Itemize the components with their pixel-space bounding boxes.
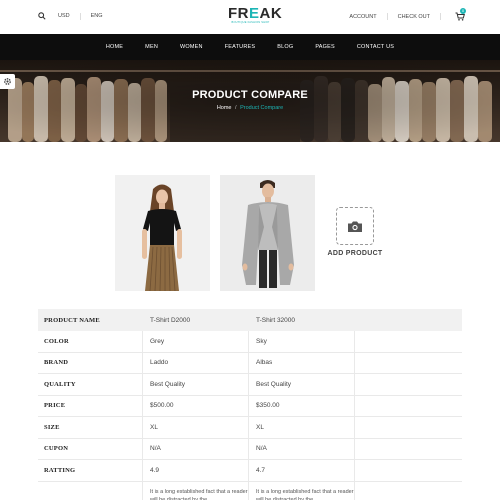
product-2-size: XL <box>248 417 354 438</box>
product-1-color: Grey <box>142 331 248 352</box>
logo-tagline: BOUTIQUE FASHION SHOP <box>231 21 270 24</box>
currency-selector[interactable]: USD <box>58 13 70 19</box>
product-1-cupon: N/A <box>142 438 248 459</box>
divider <box>386 13 388 20</box>
cart-button[interactable]: 0 <box>455 8 466 21</box>
language-selector[interactable]: ENG <box>91 13 103 19</box>
product-1-quality: Best Quality <box>142 374 248 395</box>
product-2-quality: Best Quality <box>248 374 354 395</box>
breadcrumb-separator: / <box>235 105 237 111</box>
empty-cell <box>354 481 462 500</box>
woman-model-image <box>115 175 210 291</box>
page-title: PRODUCT COMPARE <box>192 89 308 101</box>
product-1-description: It is a long established fact that a rea… <box>142 481 248 500</box>
table-row: CUPON N/A N/A <box>38 438 462 460</box>
table-row: COLOR Grey Sky <box>38 331 462 353</box>
product-2-description: It is a long established fact that a rea… <box>248 481 354 500</box>
empty-cell <box>354 374 462 395</box>
product-2-cupon: N/A <box>248 438 354 459</box>
product-2-ratting: 4.7 <box>248 460 354 481</box>
table-row: SIZE XL XL <box>38 417 462 439</box>
top-bar-right: ACCOUNT CHECK OUT 0 <box>349 8 466 21</box>
gear-icon <box>4 78 11 85</box>
product-1-name: T-Shirt D2000 <box>142 309 248 331</box>
empty-cell <box>354 395 462 416</box>
product-2-name: T-Shirt 32000 <box>248 309 354 331</box>
site-logo[interactable]: FREAK BOUTIQUE FASHION SHOP <box>228 5 283 25</box>
add-product-label: ADD PRODUCT <box>327 250 383 257</box>
camera-icon <box>348 221 362 232</box>
table-row-description: It is a long established fact that a rea… <box>38 481 462 500</box>
row-label-cupon: CUPON <box>44 445 69 453</box>
nav-item-women[interactable]: WOMEN <box>180 44 203 50</box>
table-row: PRICE $500.00 $350.00 <box>38 395 462 417</box>
account-link[interactable]: ACCOUNT <box>349 14 376 20</box>
product-1-price: $500.00 <box>142 395 248 416</box>
empty-cell <box>354 331 462 352</box>
product-image-2[interactable] <box>220 175 315 291</box>
settings-toggle[interactable] <box>0 74 15 89</box>
product-image-1[interactable] <box>115 175 210 291</box>
nav-item-home[interactable]: HOME <box>106 44 123 50</box>
logo-wordmark: FREAK <box>228 5 283 22</box>
nav-item-pages[interactable]: PAGES <box>315 44 335 50</box>
table-header-row: PRODUCT NAME T-Shirt D2000 T-Shirt 32000 <box>38 309 462 331</box>
row-label-product-name: PRODUCT NAME <box>44 316 100 324</box>
nav-item-men[interactable]: MEN <box>145 44 158 50</box>
cart-count-badge: 0 <box>460 8 466 14</box>
top-bar: USD ENG FREAK BOUTIQUE FASHION SHOP ACCO… <box>0 0 500 34</box>
nav-item-contact-us[interactable]: CONTACT US <box>357 44 394 50</box>
add-product-button[interactable]: ADD PRODUCT <box>325 207 385 257</box>
row-label-price: PRICE <box>44 402 66 410</box>
page-banner: PRODUCT COMPARE Home / Product Compare <box>0 60 500 142</box>
add-product-placeholder <box>336 207 374 245</box>
empty-cell <box>354 352 462 373</box>
compare-table: PRODUCT NAME T-Shirt D2000 T-Shirt 32000… <box>38 309 462 500</box>
breadcrumb-current: Product Compare <box>240 105 284 111</box>
product-2-price: $350.00 <box>248 395 354 416</box>
divider <box>440 13 441 20</box>
product-2-brand: Albas <box>248 352 354 373</box>
row-label-size: SIZE <box>44 423 60 431</box>
empty-cell <box>354 309 462 331</box>
divider <box>79 12 81 20</box>
checkout-link[interactable]: CHECK OUT <box>398 14 430 20</box>
breadcrumb-home-link[interactable]: Home <box>217 105 232 111</box>
product-2-color: Sky <box>248 331 354 352</box>
empty-cell <box>38 482 142 500</box>
empty-cell <box>354 438 462 459</box>
banner-background-image <box>0 60 500 142</box>
empty-cell <box>354 417 462 438</box>
product-1-size: XL <box>142 417 248 438</box>
empty-cell <box>354 460 462 481</box>
main-nav: HOME MEN WOMEN FEATURES BLOG PAGES CONTA… <box>0 34 500 60</box>
table-row: BRAND Laddo Albas <box>38 352 462 374</box>
search-icon[interactable] <box>38 12 46 20</box>
row-label-color: COLOR <box>44 337 69 345</box>
product-1-brand: Laddo <box>142 352 248 373</box>
row-label-brand: BRAND <box>44 359 69 367</box>
man-model-image <box>220 175 315 291</box>
row-label-quality: QUALITY <box>44 380 76 388</box>
row-label-ratting: RATTING <box>44 466 76 474</box>
product-1-ratting: 4.9 <box>142 460 248 481</box>
nav-item-features[interactable]: FEATURES <box>225 44 256 50</box>
top-bar-left: USD ENG <box>38 12 103 20</box>
table-row: QUALITY Best Quality Best Quality <box>38 374 462 396</box>
breadcrumb: Home / Product Compare <box>0 105 500 111</box>
table-row: RATTING 4.9 4.7 <box>38 460 462 482</box>
nav-item-blog[interactable]: BLOG <box>277 44 293 50</box>
